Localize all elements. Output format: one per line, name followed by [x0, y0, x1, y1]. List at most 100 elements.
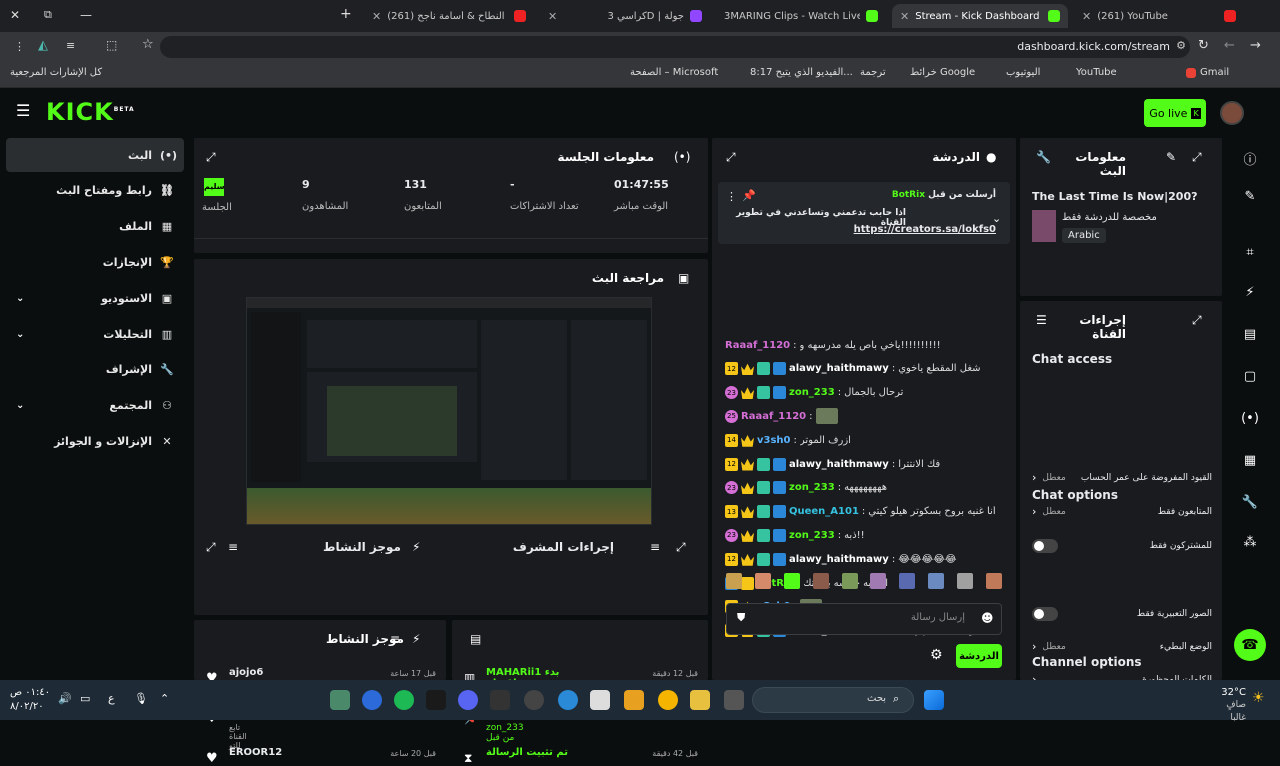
site-settings-icon[interactable]: ⚙ — [1176, 39, 1186, 52]
chat-username[interactable]: zon_233 — [789, 482, 835, 493]
pinned-link[interactable]: https://creators.sa/lokfs0 — [726, 224, 996, 235]
sidebar-item-drops[interactable]: الإنزالات و الجوائز ✕ — [6, 424, 184, 458]
chrome-icon[interactable] — [658, 690, 678, 710]
chat-username[interactable]: alawy_haithmawy — [789, 363, 889, 374]
speaker-icon[interactable]: 🔊 — [58, 692, 72, 705]
bookmark-microsoft[interactable]: الصفحة – Microsoft — [630, 67, 718, 78]
chat-username[interactable]: v3sh0 — [757, 435, 791, 446]
window-minimize-icon[interactable]: — — [80, 8, 92, 22]
bookmark-video[interactable]: 8:17 الفيديو الذي يتيح... — [750, 67, 853, 78]
share-nodes-icon[interactable]: ⁂ — [1240, 535, 1260, 555]
chat-message[interactable]: 13 Queen_A101:اووووف أنا غنيه بروح بسكوتر… — [725, 502, 995, 522]
url-field[interactable]: dashboard.kick.com/stream ⚙ — [160, 36, 1190, 58]
tab-close-icon[interactable]: ✕ — [372, 10, 381, 23]
back-icon[interactable]: → — [1250, 38, 1261, 53]
stream-preview-video[interactable] — [246, 297, 652, 525]
chat-message[interactable]: 12 alawy_haithmawy: شغل المقطع ياخوي — [725, 359, 995, 379]
chat-username[interactable]: alawy_haithmawy — [789, 554, 889, 565]
reload-icon[interactable]: ↻ — [1198, 38, 1209, 53]
windows-start-icon[interactable] — [924, 690, 944, 710]
emote-icon[interactable] — [985, 573, 1002, 589]
emoji-icon[interactable]: ☻ — [981, 611, 994, 625]
extension-icon[interactable]: ◭ — [38, 38, 48, 53]
new-tab-icon[interactable]: + — [340, 6, 352, 22]
chat-message[interactable]: 12 alawy_haithmawy: 😂😂😂😂😂 — [725, 549, 995, 569]
setting-control[interactable]: › معطل — [1032, 471, 1066, 484]
shield-icon[interactable]: ⛊ — [737, 611, 745, 625]
sidebar-item-moderation[interactable]: الإشراف 🔧 — [6, 353, 184, 387]
wrench-icon[interactable]: 🔧 — [1240, 495, 1260, 515]
chevron-up-icon[interactable]: ⌃ — [160, 692, 169, 705]
info-icon[interactable]: ⓘ — [1240, 149, 1260, 169]
emote-icon[interactable] — [870, 573, 887, 589]
chat-send-button[interactable]: الدردشة — [956, 644, 1002, 668]
tab-youtube-2[interactable]: ✕ (261) مأمون النطاح & أسامة ناجح — [364, 4, 534, 28]
tab-youtube[interactable]: ✕ (261) YouTube — [1074, 4, 1244, 28]
app-icon[interactable] — [330, 690, 350, 710]
tab-close-icon[interactable]: ✕ — [548, 10, 557, 23]
emote-icon[interactable] — [754, 573, 771, 589]
setting-row[interactable]: › معطل القيود المفروضة على عمر الحساب — [1032, 471, 1212, 484]
chat-message[interactable]: 14 v3sh0: ازرف الموتر — [725, 430, 995, 450]
bookmark-youtube-ar[interactable]: اليوتيوب — [1006, 67, 1040, 78]
popout-icon[interactable]: ⤢ — [726, 150, 736, 165]
sidebar-item-file[interactable]: الملف ▦ — [6, 210, 184, 244]
emote-icon[interactable] — [783, 573, 800, 589]
spotify-icon[interactable] — [394, 690, 414, 710]
bookmark-star-icon[interactable]: ☆ — [142, 37, 154, 52]
pinned-message[interactable]: ⋮ 📌 BotRix أرسلت من قبل اذا حابب تدعمني … — [718, 182, 1010, 244]
chat-message[interactable]: 12 alawy_haithmawy: فك الانتترا — [725, 454, 995, 474]
popout-icon[interactable]: ⤢ — [676, 540, 686, 555]
chat-message[interactable]: 23 zon_233: ذبه!! — [725, 525, 995, 545]
chat-message[interactable]: 25 Raaaf_1120: — [725, 406, 995, 426]
popout-icon[interactable]: ⤢ — [206, 540, 216, 555]
bookmark-all[interactable]: كل الإشارات المرجعية — [10, 67, 102, 78]
toggle-switch[interactable] — [1032, 607, 1058, 621]
chat-message[interactable]: Raaaf_1120: ياخي باص يله مدرسهه و!!!!!!!!… — [725, 335, 995, 355]
filter-icon[interactable]: ≡ — [390, 632, 400, 646]
chat-message[interactable]: 23 zon_233: ههههههههه — [725, 478, 995, 498]
discord-icon[interactable] — [458, 690, 478, 710]
mic-icon[interactable]: 🎙 — [134, 692, 148, 705]
chevron-down-icon[interactable]: ⌄ — [992, 212, 1001, 225]
next-icon[interactable] — [490, 690, 510, 710]
tab-twitch[interactable]: ✕ كراسي 3D | جولة — [540, 4, 710, 28]
battery-icon[interactable]: ▭ — [80, 692, 90, 705]
chat-message[interactable]: 23 zon_233: ترحال بالجمال — [725, 383, 995, 403]
emote-icon[interactable] — [899, 573, 916, 589]
chat-username[interactable]: Raaaf_1120 — [725, 340, 790, 351]
app-icon[interactable] — [724, 690, 744, 710]
tab-close-icon[interactable]: ✕ — [1082, 10, 1091, 23]
chat-username[interactable]: Raaaf_1120 — [741, 411, 806, 422]
chat-settings-icon[interactable]: ⚙ — [930, 647, 943, 663]
sidebar-item-trophy[interactable]: الإنجازات 🏆 — [6, 245, 184, 279]
hamburger-icon[interactable]: ☰ — [16, 101, 30, 120]
lightning-icon[interactable]: ⚡ — [1240, 285, 1260, 305]
emote-icon[interactable] — [726, 573, 742, 589]
language-indicator[interactable]: ع — [108, 692, 115, 705]
emote-icon[interactable] — [957, 573, 973, 589]
explorer-icon[interactable] — [690, 690, 710, 710]
setting-control[interactable]: › معطل — [1032, 640, 1066, 653]
setting-control[interactable] — [1032, 539, 1058, 553]
avatar[interactable] — [1220, 101, 1244, 125]
setting-control[interactable]: › معطل — [1032, 505, 1066, 518]
chat-username[interactable]: Queen_A101 — [789, 506, 859, 517]
broadcast-icon[interactable]: (•) — [1240, 411, 1260, 431]
sidebar-item-community[interactable]: ⌄ المجتمع ⚇ — [6, 389, 184, 423]
setting-row[interactable]: › معطل المتابعون فقط — [1032, 505, 1212, 518]
tab-kick-dashboard[interactable]: ✕ Stream - Kick Dashboard — [892, 4, 1068, 28]
weather[interactable]: 32°C صافٍ غالبا — [1210, 686, 1246, 725]
popout-icon[interactable]: ⤢ — [1192, 313, 1202, 328]
setting-row[interactable]: الصور التعبيرية فقط — [1032, 607, 1212, 621]
taskbar-search[interactable]: بحث ⌕ — [752, 687, 914, 713]
setting-control[interactable] — [1032, 607, 1058, 621]
forward-icon[interactable]: ← — [1224, 38, 1235, 53]
layout-icon[interactable]: ▦ — [1240, 453, 1260, 473]
support-icon[interactable]: ☎ — [1234, 629, 1266, 661]
bookmark-translate[interactable]: ترجمة — [860, 67, 886, 78]
sidebar-item-studio[interactable]: ⌄ الاستوديو ▣ — [6, 281, 184, 315]
filter-icon[interactable]: ≡ — [228, 540, 238, 554]
sidebar-item-live[interactable]: البث (•) — [6, 138, 184, 172]
chat-username[interactable]: alawy_haithmawy — [789, 459, 889, 470]
